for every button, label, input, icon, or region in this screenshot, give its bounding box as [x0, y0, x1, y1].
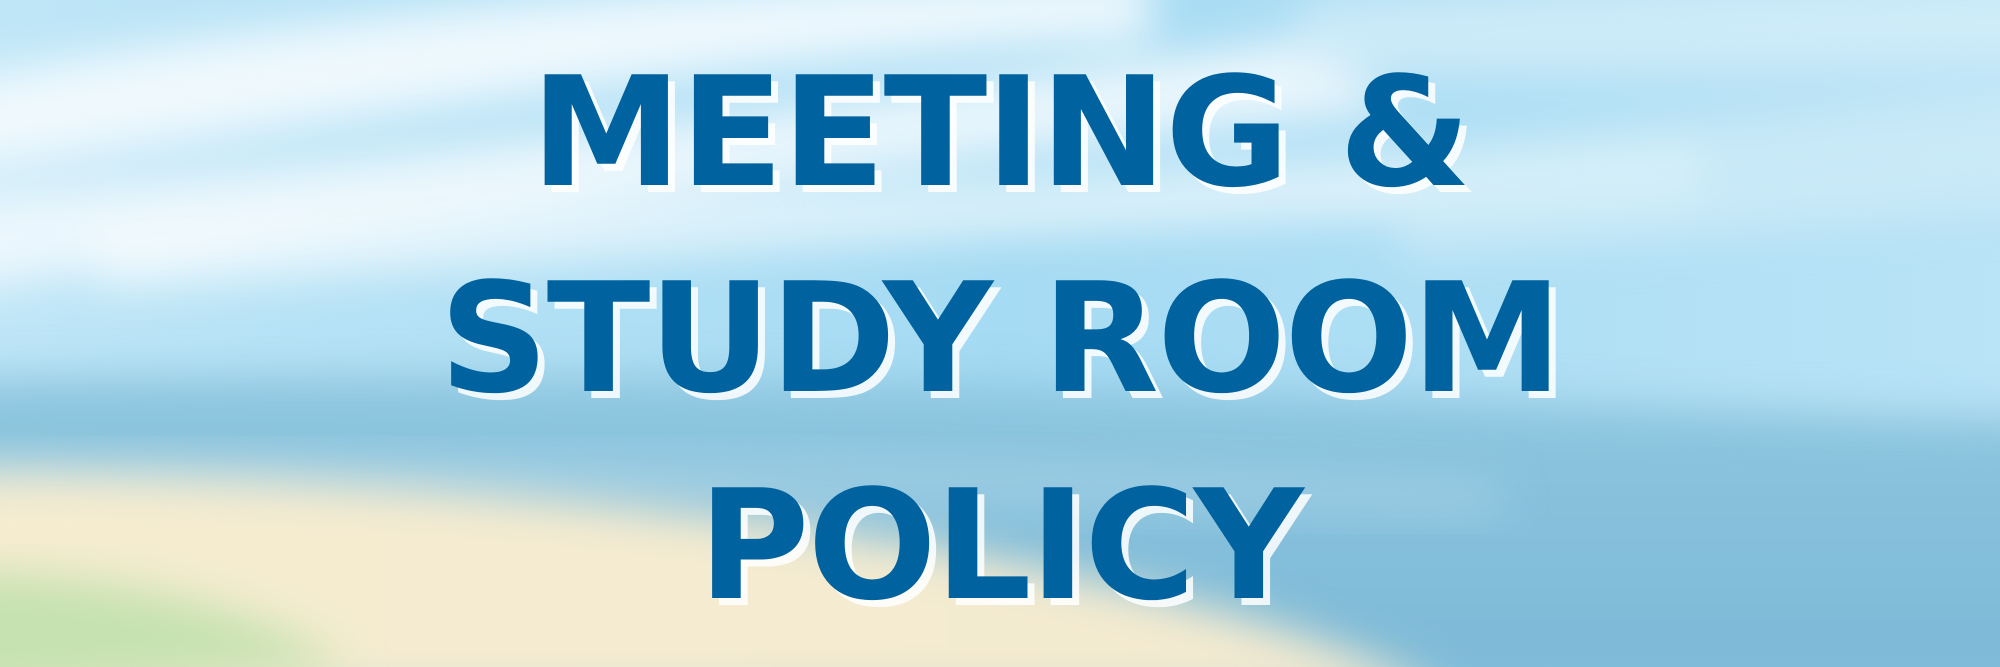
title-line-2: STUDY ROOM: [439, 250, 1562, 427]
title-line-1: MEETING &: [530, 44, 1472, 221]
title-line-3: POLICY: [698, 457, 1304, 634]
banner: MEETING & STUDY ROOM POLICY: [0, 0, 2000, 667]
banner-title: MEETING & STUDY ROOM POLICY: [0, 0, 2000, 667]
